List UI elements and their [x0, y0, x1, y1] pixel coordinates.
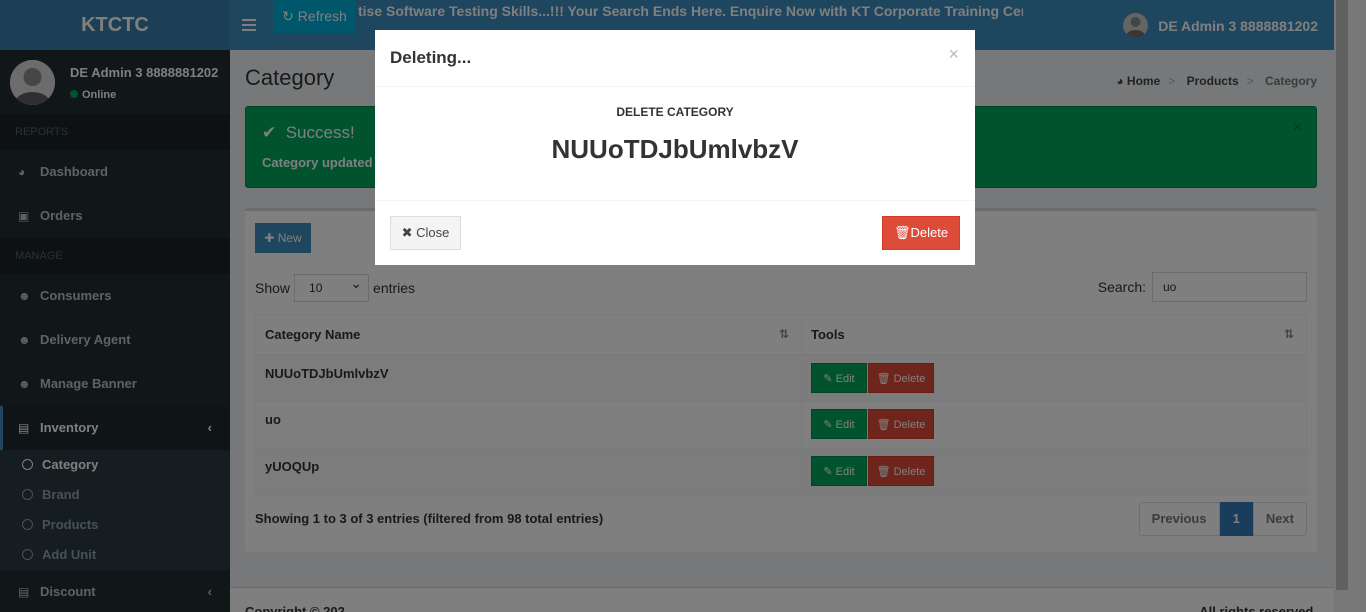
delete-modal: Deleting... × DELETE CATEGORY NUUoTDJbUm…: [375, 30, 975, 265]
trash-icon: 🗑: [893, 225, 911, 240]
modal-close-icon[interactable]: ×: [948, 44, 959, 65]
modal-close-button[interactable]: ✖ Close: [390, 216, 461, 250]
close-icon: ✖: [401, 225, 413, 240]
modal-item-name: NUUoTDJbUmlvbzV: [551, 134, 799, 164]
modal-header: Deleting... ×: [375, 30, 975, 87]
modal-delete-button[interactable]: 🗑Delete: [882, 216, 960, 250]
modal-body: DELETE CATEGORY NUUoTDJbUmlvbzV: [375, 87, 975, 201]
modal-subtitle: DELETE CATEGORY: [616, 105, 734, 119]
modal-title: Deleting...: [390, 48, 472, 67]
